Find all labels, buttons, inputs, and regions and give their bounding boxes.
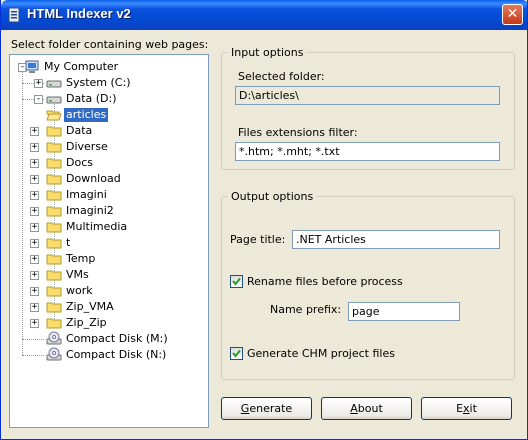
rename-files-checkbox[interactable]: [230, 275, 243, 288]
checkmark-icon: [232, 277, 241, 286]
generate-button[interactable]: Generate: [221, 397, 312, 420]
exit-label-end: it: [469, 402, 477, 415]
generate-chm-label[interactable]: Generate CHM project files: [247, 347, 395, 360]
checkmark-icon: [232, 349, 241, 358]
tree-node-label: Imagini: [66, 188, 107, 201]
tree-node-label: Zip_VMA: [66, 300, 114, 313]
tree-node-label: Docs: [66, 156, 93, 169]
tree-node-label: Zip_Zip: [66, 316, 107, 329]
window-title: HTML Indexer v2: [27, 6, 131, 21]
folder-open-icon: [46, 107, 62, 123]
tree-node-label: Temp: [66, 252, 96, 265]
tree-node-label: VMs: [66, 268, 89, 281]
selected-folder-field: D:\articles\: [235, 86, 500, 105]
folder-icon: [46, 267, 62, 283]
folder-icon: [46, 251, 62, 267]
extensions-filter-label: Files extensions filter:: [238, 126, 358, 139]
folder-icon: [46, 187, 62, 203]
tree-node-label: articles: [62, 107, 110, 123]
cd-drive-icon: [46, 331, 62, 347]
expand-icon[interactable]: +: [30, 191, 39, 200]
folder-tree[interactable]: - My Computer + System (C:) - Data (D:) articl…: [9, 54, 209, 428]
folder-icon: [46, 283, 62, 299]
about-accel: A: [350, 402, 358, 415]
extensions-filter-input[interactable]: *.htm; *.mht; *.txt: [235, 142, 500, 161]
hard-drive-icon: [46, 75, 62, 91]
expand-icon[interactable]: +: [34, 79, 43, 88]
tree-connector: [22, 67, 23, 355]
tree-node-label: Diverse: [66, 140, 108, 153]
tree-connector: [22, 339, 44, 340]
expand-icon[interactable]: +: [30, 127, 39, 136]
expand-icon[interactable]: +: [30, 271, 39, 280]
app-window: HTML Indexer v2 ✕ Select folder containi…: [0, 0, 528, 440]
expand-icon[interactable]: +: [30, 159, 39, 168]
expand-icon[interactable]: +: [30, 223, 39, 232]
collapse-icon[interactable]: -: [34, 95, 43, 104]
tree-node-label: Compact Disk (M:): [66, 332, 168, 345]
folder-icon: [46, 203, 62, 219]
selected-folder-label: Selected folder:: [238, 70, 325, 83]
about-label: bout: [357, 402, 383, 415]
page-title-label: Page title:: [230, 233, 286, 246]
rename-files-label[interactable]: Rename files before process: [247, 275, 403, 288]
expand-icon[interactable]: +: [30, 255, 39, 264]
input-options-group: Input options Selected folder: D:\articl…: [221, 46, 515, 170]
expand-icon[interactable]: +: [30, 175, 39, 184]
tree-node-label: work: [66, 284, 93, 297]
output-options-legend: Output options: [228, 190, 317, 203]
expand-icon[interactable]: +: [30, 303, 39, 312]
cd-drive-icon: [46, 347, 62, 363]
tree-caption: Select folder containing web pages:: [11, 38, 209, 51]
app-icon: [8, 7, 20, 23]
tree-node-label: Imagini2: [66, 204, 114, 217]
generate-chm-checkbox[interactable]: [230, 347, 243, 360]
name-prefix-input[interactable]: page: [348, 302, 460, 321]
folder-icon: [46, 155, 62, 171]
close-button[interactable]: ✕: [502, 4, 523, 25]
folder-icon: [46, 299, 62, 315]
name-prefix-label: Name prefix:: [270, 303, 342, 316]
folder-icon: [46, 123, 62, 139]
tree-connector: [22, 355, 44, 356]
close-icon: ✕: [506, 6, 519, 22]
folder-icon: [46, 219, 62, 235]
about-button[interactable]: About: [321, 397, 412, 420]
exit-label-start: E: [456, 402, 464, 415]
expand-icon[interactable]: +: [30, 287, 39, 296]
folder-icon: [46, 235, 62, 251]
expand-icon[interactable]: +: [30, 319, 39, 328]
tree-node-label: Multimedia: [66, 220, 128, 233]
generate-label: enerate: [249, 402, 293, 415]
title-bar[interactable]: HTML Indexer v2 ✕: [1, 0, 527, 30]
tree-node-label: My Computer: [44, 60, 119, 73]
page-title-input[interactable]: .NET Articles: [292, 230, 500, 249]
tree-node-label: Download: [66, 172, 121, 185]
hard-drive-icon: [46, 91, 62, 107]
tree-node-label: Data (D:): [66, 92, 117, 105]
tree-node-label: Data: [66, 124, 93, 137]
computer-icon: [24, 59, 40, 75]
expand-icon[interactable]: +: [30, 239, 39, 248]
expand-icon[interactable]: +: [30, 143, 39, 152]
folder-icon: [46, 171, 62, 187]
tree-node-label: Compact Disk (N:): [66, 348, 167, 361]
folder-icon: [46, 315, 62, 331]
folder-icon: [46, 139, 62, 155]
input-options-legend: Input options: [228, 46, 307, 59]
tree-node-label: t: [66, 236, 71, 249]
exit-button[interactable]: Exit: [421, 397, 512, 420]
tree-node-label: System (C:): [66, 76, 131, 89]
output-options-group: Output options Page title: .NET Articles…: [221, 190, 515, 380]
expand-icon[interactable]: +: [30, 207, 39, 216]
